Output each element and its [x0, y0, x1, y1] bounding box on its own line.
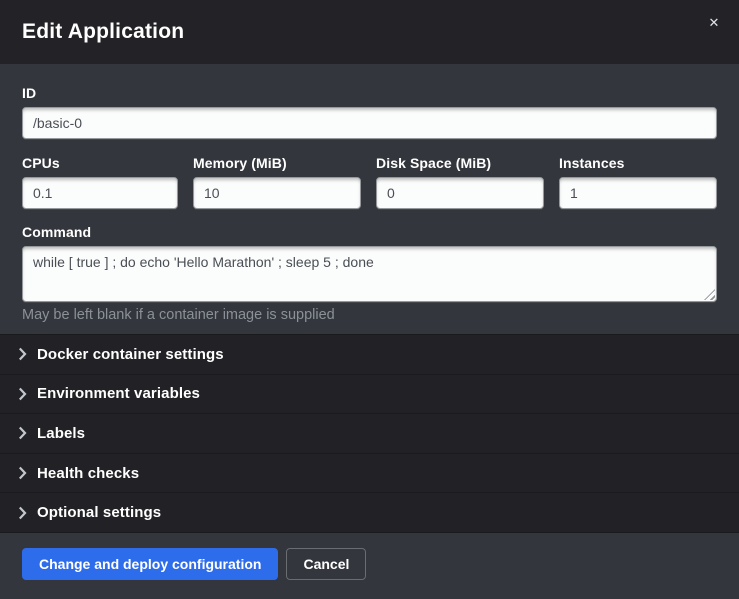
- command-help-text: May be left blank if a container image i…: [22, 307, 717, 323]
- section-labels[interactable]: Labels: [0, 414, 739, 454]
- cpus-label: CPUs: [22, 155, 178, 171]
- command-textarea[interactable]: while [ true ] ; do echo 'Hello Marathon…: [22, 246, 717, 302]
- memory-field-group: Memory (MiB): [193, 155, 361, 209]
- chevron-right-icon: [18, 347, 27, 361]
- section-optional-settings[interactable]: Optional settings: [0, 493, 739, 532]
- application-form: ID CPUs Memory (MiB) Disk Space (MiB) In…: [0, 64, 739, 334]
- memory-input[interactable]: [193, 177, 361, 209]
- section-health-checks[interactable]: Health checks: [0, 454, 739, 494]
- accordion-sections: Docker container settings Environment va…: [0, 334, 739, 532]
- modal-footer: Change and deploy configuration Cancel: [0, 532, 739, 599]
- page-title: Edit Application: [22, 20, 184, 44]
- chevron-right-icon: [18, 466, 27, 480]
- memory-label: Memory (MiB): [193, 155, 361, 171]
- disk-field-group: Disk Space (MiB): [376, 155, 544, 209]
- instances-field-group: Instances: [559, 155, 717, 209]
- cpus-input[interactable]: [22, 177, 178, 209]
- disk-input[interactable]: [376, 177, 544, 209]
- command-field-group: Command while [ true ] ; do echo 'Hello …: [22, 224, 717, 323]
- section-label: Environment variables: [37, 385, 200, 402]
- edit-application-modal: Edit Application ✕ ID CPUs Memory (MiB) …: [0, 0, 739, 599]
- command-textarea-wrapper: while [ true ] ; do echo 'Hello Marathon…: [22, 246, 717, 302]
- cancel-button[interactable]: Cancel: [286, 548, 366, 580]
- id-field-group: ID: [22, 85, 717, 139]
- section-docker-container-settings[interactable]: Docker container settings: [0, 335, 739, 375]
- modal-header: Edit Application ✕: [0, 0, 739, 64]
- id-label: ID: [22, 85, 717, 101]
- command-label: Command: [22, 224, 717, 240]
- close-icon: ✕: [709, 15, 720, 30]
- section-environment-variables[interactable]: Environment variables: [0, 375, 739, 415]
- chevron-right-icon: [18, 387, 27, 401]
- chevron-right-icon: [18, 426, 27, 440]
- cpus-field-group: CPUs: [22, 155, 178, 209]
- section-label: Optional settings: [37, 504, 161, 521]
- section-label: Labels: [37, 425, 85, 442]
- chevron-right-icon: [18, 506, 27, 520]
- instances-input[interactable]: [559, 177, 717, 209]
- instances-label: Instances: [559, 155, 717, 171]
- section-label: Health checks: [37, 465, 139, 482]
- id-input[interactable]: [22, 107, 717, 139]
- section-label: Docker container settings: [37, 346, 224, 363]
- close-button[interactable]: ✕: [703, 12, 725, 34]
- change-and-deploy-button[interactable]: Change and deploy configuration: [22, 548, 278, 580]
- resources-row: CPUs Memory (MiB) Disk Space (MiB) Insta…: [22, 155, 717, 209]
- disk-label: Disk Space (MiB): [376, 155, 544, 171]
